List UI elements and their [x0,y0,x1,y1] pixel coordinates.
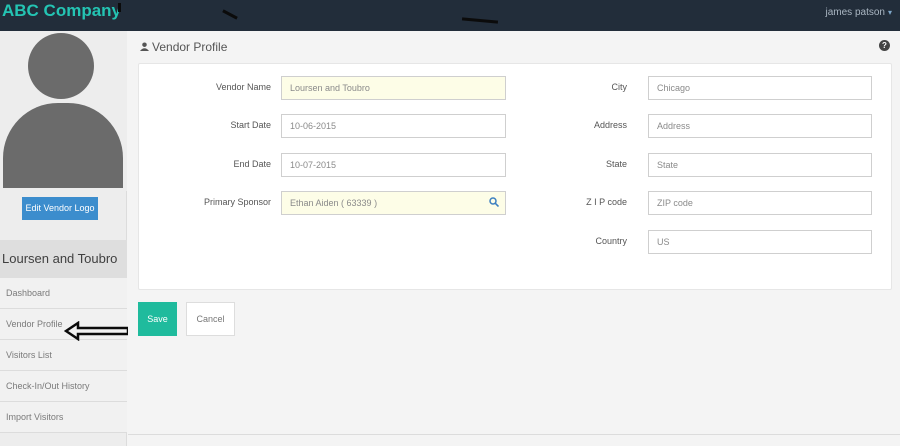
brand-logo[interactable]: ABC Company [2,1,121,21]
top-navbar: ABC Company james patson ▾ [0,0,900,31]
chevron-down-icon: ▾ [887,8,892,17]
save-button[interactable]: Save [138,302,177,336]
zip-code-label: Z I P code [586,197,627,207]
sidebar-item-check-in-out-history[interactable]: Check-In/Out History [0,371,127,402]
annotation-mark [461,17,499,24]
avatar-head [28,33,94,99]
state-label: State [605,159,627,169]
page-title-text: Vendor Profile [152,40,228,54]
annotation-mark [118,3,121,12]
arrow-left-icon [64,321,130,341]
user-icon [140,42,149,51]
primary-sponsor-input[interactable]: Ethan Aiden ( 63339 ) [281,191,506,215]
main-content: Vendor Profile ? Vendor Name Loursen and… [128,31,900,446]
address-input[interactable]: Address [648,114,872,138]
end-date-label: End Date [233,159,271,169]
vendor-profile-form: Vendor Name Loursen and Toubro Start Dat… [138,63,892,290]
footer-divider [128,434,900,435]
country-select[interactable]: US [648,230,872,254]
end-date-input[interactable]: 10-07-2015 [281,153,506,177]
annotation-mark [222,9,238,20]
city-input[interactable]: Chicago [648,76,872,100]
address-label: Address [593,120,627,130]
user-menu[interactable]: james patson ▾ [826,7,893,18]
sidebar-vendor-name: Loursen and Toubro [0,240,127,278]
help-icon[interactable]: ? [879,40,890,51]
vendor-logo [0,31,127,191]
sidebar-item-import-visitors[interactable]: Import Visitors [0,402,127,433]
zip-code-input[interactable]: ZIP code [648,191,872,215]
edit-vendor-logo-button[interactable]: Edit Vendor Logo [22,197,98,220]
cancel-button[interactable]: Cancel [186,302,235,336]
city-label: City [611,82,628,92]
avatar-body [3,103,123,188]
primary-sponsor-label: Primary Sponsor [203,197,271,207]
sidebar-item-dashboard[interactable]: Dashboard [0,278,127,309]
user-name: james patson [825,7,885,18]
sidebar: Edit Vendor Logo Loursen and Toubro Dash… [0,31,127,446]
country-label: Country [595,236,627,246]
start-date-label: Start Date [230,120,271,130]
sidebar-item-visitors-list[interactable]: Visitors List [0,340,127,371]
start-date-input[interactable]: 10-06-2015 [281,114,506,138]
sidebar-nav: Dashboard Vendor Profile Visitors List C… [0,278,127,433]
vendor-name-input[interactable]: Loursen and Toubro [281,76,506,100]
state-input[interactable]: State [648,153,872,177]
primary-sponsor-value: Ethan Aiden ( 63339 ) [290,198,378,208]
vendor-name-label: Vendor Name [215,82,271,92]
search-icon[interactable] [489,197,499,207]
page-title: Vendor Profile [140,40,227,54]
